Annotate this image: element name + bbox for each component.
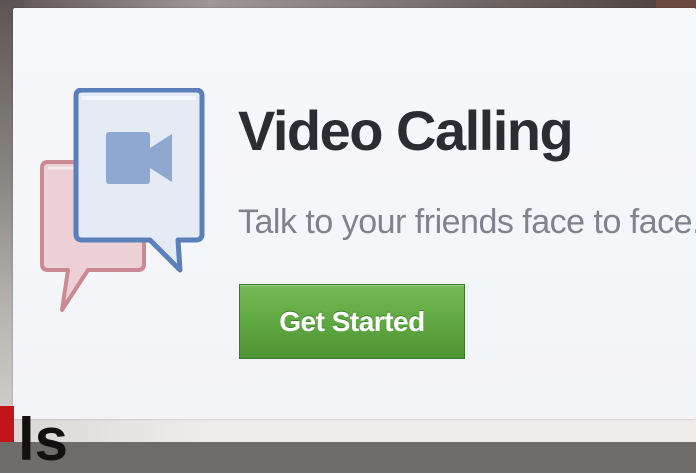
dialog-subtitle: Talk to your friends face to face. (238, 203, 696, 241)
video-chat-bubbles-icon (40, 88, 205, 312)
background-bottom-strip (0, 418, 696, 442)
background-red-block (0, 406, 14, 442)
dialog-title: Video Calling (238, 99, 574, 162)
background-partial-text: ls (18, 406, 69, 473)
get-started-button[interactable]: Get Started (239, 284, 465, 359)
